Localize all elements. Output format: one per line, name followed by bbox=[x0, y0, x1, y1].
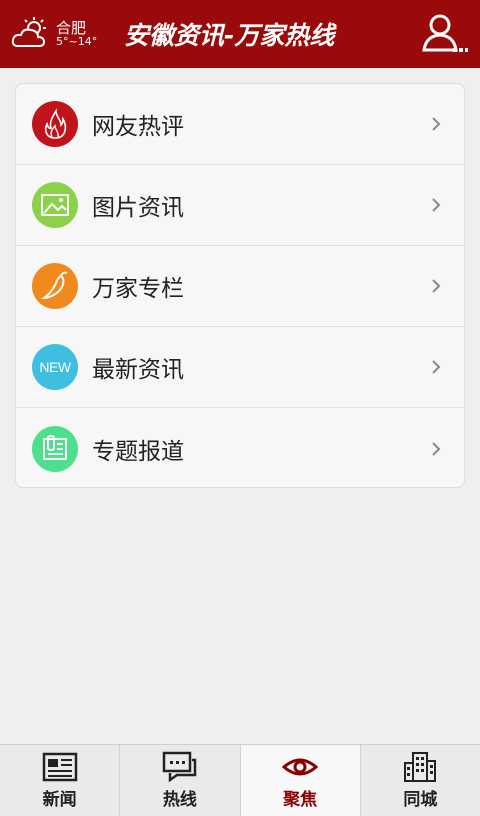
tab-label: 同城 bbox=[403, 790, 438, 810]
new-icon-text: NEW bbox=[39, 359, 71, 375]
flame-icon bbox=[32, 101, 78, 147]
weather-widget[interactable]: 合肥 5°~14° bbox=[10, 14, 110, 54]
newspaper-icon bbox=[42, 752, 77, 782]
app-header: 合肥 5°~14° 安徽资讯-万家热线 bbox=[0, 0, 480, 68]
new-icon: NEW bbox=[32, 344, 78, 390]
tab-label: 新闻 bbox=[42, 790, 77, 810]
tab-focus[interactable]: 聚焦 bbox=[240, 745, 361, 816]
chevron-right-icon bbox=[432, 279, 441, 293]
picture-icon bbox=[32, 182, 78, 228]
pepper-icon bbox=[32, 263, 78, 309]
chevron-right-icon bbox=[432, 441, 441, 456]
menu-item-label: 网友热评 bbox=[92, 114, 184, 140]
user-menu-button[interactable] bbox=[420, 12, 468, 56]
partly-cloudy-icon bbox=[11, 17, 46, 47]
chat-icon bbox=[162, 751, 197, 783]
menu-item-column[interactable]: 万家专栏 bbox=[16, 246, 464, 327]
menu-item-hot-comments[interactable]: 网友热评 bbox=[16, 84, 464, 165]
weather-temperature: 5°~14° bbox=[56, 35, 98, 49]
menu-item-latest-news[interactable]: NEW 最新资讯 bbox=[16, 327, 464, 408]
chevron-right-icon bbox=[432, 198, 441, 212]
tab-hotline[interactable]: 热线 bbox=[120, 745, 241, 816]
buildings-icon bbox=[404, 752, 437, 782]
bottom-tab-bar: 新闻 热线 聚焦 同城 bbox=[0, 744, 480, 816]
app-title: 安徽资讯-万家热线 bbox=[124, 21, 335, 50]
menu-item-photo-news[interactable]: 图片资讯 bbox=[16, 165, 464, 246]
menu-item-label: 图片资讯 bbox=[92, 195, 184, 221]
clipboard-icon bbox=[32, 425, 78, 472]
menu-list: 网友热评 图片资讯 万家专栏 NEW 最新资讯 专题报道 bbox=[15, 83, 465, 488]
menu-item-special-report[interactable]: 专题报道 bbox=[16, 408, 464, 487]
menu-item-label: 专题报道 bbox=[92, 438, 184, 465]
tab-news[interactable]: 新闻 bbox=[0, 745, 121, 816]
menu-item-label: 万家专栏 bbox=[92, 276, 184, 302]
chevron-right-icon bbox=[432, 360, 441, 374]
tab-label: 热线 bbox=[162, 790, 197, 810]
user-menu-icon bbox=[422, 14, 468, 52]
eye-icon bbox=[282, 758, 319, 776]
menu-item-label: 最新资讯 bbox=[92, 357, 184, 383]
tab-label: 聚焦 bbox=[283, 790, 318, 810]
weather-city: 合肥 bbox=[56, 18, 87, 37]
chevron-right-icon bbox=[432, 117, 441, 131]
tab-local[interactable]: 同城 bbox=[361, 745, 480, 816]
